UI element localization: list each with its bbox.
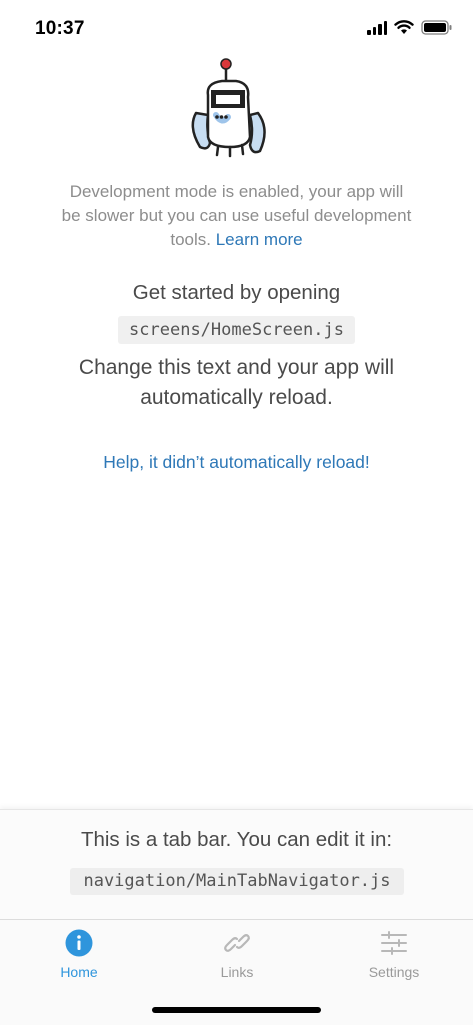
dev-mode-notice: Development mode is enabled, your app wi…	[60, 180, 413, 252]
robot-illustration	[191, 58, 266, 158]
change-text-instruction: Change this text and your app will autom…	[78, 356, 395, 409]
home-indicator	[152, 1007, 321, 1013]
status-bar: 10:37	[0, 0, 473, 56]
learn-more-link[interactable]: Learn more	[216, 230, 303, 249]
tab-bar-info-text: This is a tab bar. You can edit it in:	[80, 828, 393, 851]
wifi-icon	[394, 20, 414, 34]
help-reload-link[interactable]: Help, it didn’t automatically reload!	[0, 450, 473, 474]
homescreen-file-path: screens/HomeScreen.js	[118, 316, 355, 344]
get-started-text: Get started by opening	[132, 281, 341, 304]
tab-links-label: Links	[220, 964, 254, 980]
cellular-signal-icon	[367, 20, 387, 35]
tab-home[interactable]: Home	[19, 920, 139, 992]
status-icons	[367, 20, 453, 35]
battery-icon	[421, 20, 452, 35]
tab-home-label: Home	[60, 964, 98, 980]
tab-links[interactable]: Links	[177, 920, 297, 992]
tab-settings-label: Settings	[368, 964, 420, 980]
info-icon	[65, 929, 93, 957]
navigator-file-path: navigation/MainTabNavigator.js	[70, 868, 404, 895]
tab-settings[interactable]: Settings	[334, 920, 454, 992]
sliders-icon	[381, 931, 407, 955]
status-time: 10:37	[35, 18, 85, 39]
link-icon	[224, 934, 250, 952]
